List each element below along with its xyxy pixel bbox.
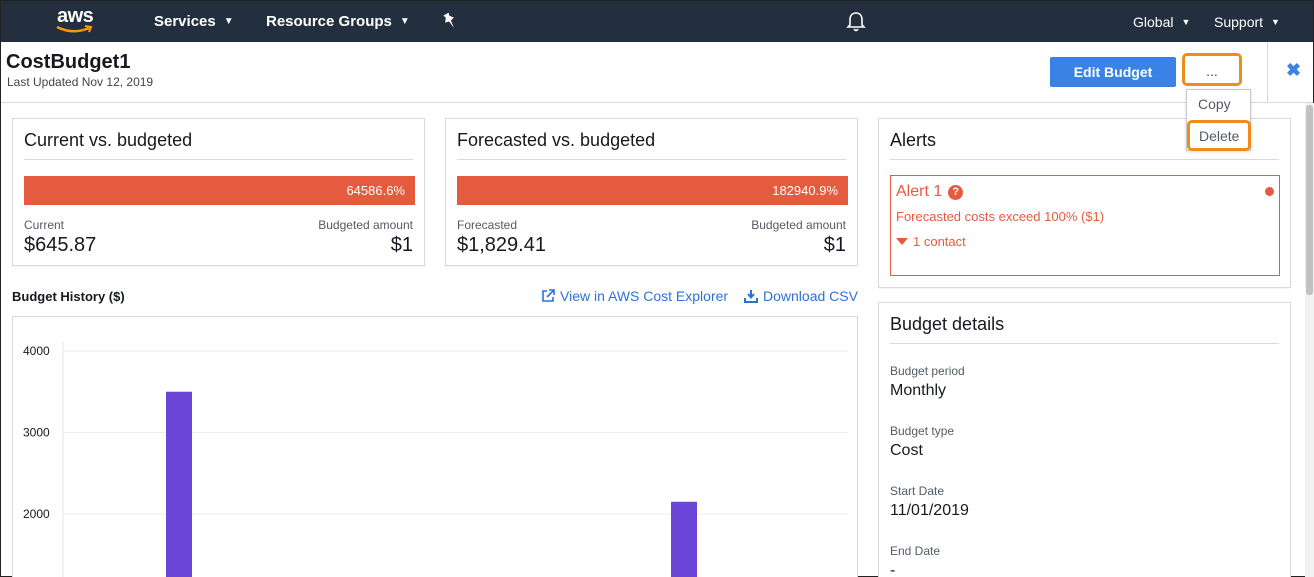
current-value: $645.87 bbox=[24, 234, 97, 256]
edit-budget-button[interactable]: Edit Budget bbox=[1050, 57, 1176, 87]
menu-item-copy[interactable]: Copy bbox=[1198, 96, 1231, 112]
support-menu[interactable]: Support ▼ bbox=[1214, 14, 1280, 30]
chart-svg: 2000 3000 4000 bbox=[23, 342, 848, 577]
card-title: Current vs. budgeted bbox=[24, 130, 193, 150]
caret-down-icon bbox=[896, 238, 908, 245]
budgeted-amount-label: Budgeted amount bbox=[318, 218, 413, 232]
download-csv-label: Download CSV bbox=[763, 288, 858, 304]
alert-contacts-toggle[interactable]: 1 contact bbox=[896, 234, 966, 249]
alert-name: Alert 1 bbox=[896, 183, 943, 200]
alert-status-dot bbox=[1265, 187, 1274, 196]
menu-item-delete[interactable]: Delete bbox=[1187, 120, 1251, 151]
card-title: Forecasted vs. budgeted bbox=[457, 130, 656, 150]
divider bbox=[24, 159, 413, 160]
aws-logo[interactable]: aws bbox=[53, 5, 101, 37]
region-label: Global bbox=[1133, 14, 1174, 30]
scrollbar-thumb[interactable] bbox=[1306, 105, 1313, 295]
resource-groups-label: Resource Groups bbox=[266, 13, 392, 30]
end-date-label: End Date bbox=[890, 544, 941, 558]
divider bbox=[457, 159, 846, 160]
chevron-down-icon: ▼ bbox=[223, 16, 234, 27]
region-menu[interactable]: Global ▼ bbox=[1133, 14, 1190, 30]
download-csv-link[interactable]: Download CSV bbox=[744, 288, 858, 304]
chevron-down-icon: ▼ bbox=[1181, 17, 1191, 27]
page-header: CostBudget1 Last Updated Nov 12, 2019 Ed… bbox=[1, 42, 1313, 103]
services-label: Services bbox=[154, 13, 216, 30]
end-date-value: - bbox=[890, 562, 896, 577]
alert-message: Forecasted costs exceed 100% ($1) bbox=[896, 209, 1105, 224]
alert-title: Alert 1? bbox=[896, 183, 964, 201]
start-date-label: Start Date bbox=[890, 484, 945, 498]
view-cost-explorer-label: View in AWS Cost Explorer bbox=[560, 288, 729, 304]
budget-details-card: Budget details Budget period Monthly Bud… bbox=[878, 302, 1291, 577]
logo-smile-icon bbox=[56, 25, 93, 33]
divider bbox=[890, 343, 1279, 344]
budget-period-value: Monthly bbox=[890, 382, 947, 399]
support-label: Support bbox=[1214, 14, 1264, 30]
download-icon bbox=[744, 290, 758, 303]
pin-icon[interactable] bbox=[442, 12, 458, 30]
help-icon[interactable]: ? bbox=[948, 185, 964, 200]
resource-groups-menu[interactable]: Resource Groups ▼ bbox=[266, 13, 410, 30]
budget-history-chart: 2000 3000 4000 bbox=[12, 316, 858, 577]
more-actions-button[interactable]: ... bbox=[1182, 53, 1242, 86]
chart-bar[interactable] bbox=[671, 501, 697, 577]
current-vs-budgeted-card: Current vs. budgeted 64586.6% Current $6… bbox=[12, 118, 425, 266]
external-link-icon bbox=[542, 289, 555, 302]
current-progress-bar: 64586.6% bbox=[24, 176, 415, 205]
alert-contacts-label: 1 contact bbox=[913, 234, 966, 249]
close-icon[interactable]: ✖ bbox=[1286, 60, 1301, 81]
top-nav: aws Services ▼ Resource Groups ▼ Global ▼ S… bbox=[1, 1, 1313, 42]
alert-item: Alert 1? Forecasted costs exceed 100% ($… bbox=[890, 175, 1280, 276]
budgeted-amount-label: Budgeted amount bbox=[751, 218, 846, 232]
forecasted-label: Forecasted bbox=[457, 218, 518, 232]
chart-bar[interactable] bbox=[166, 391, 192, 577]
chevron-down-icon: ▼ bbox=[399, 16, 410, 27]
services-menu[interactable]: Services ▼ bbox=[154, 13, 234, 30]
card-title: Budget details bbox=[890, 314, 1005, 334]
budgeted-amount-value: $1 bbox=[823, 234, 846, 256]
header-divider bbox=[1267, 42, 1268, 102]
actions-dropdown-menu: Copy Delete bbox=[1186, 89, 1251, 151]
page-title: CostBudget1 bbox=[6, 51, 131, 73]
card-title: Alerts bbox=[890, 130, 937, 150]
menu-item-delete-label: Delete bbox=[1199, 128, 1240, 144]
start-date-value: 11/01/2019 bbox=[890, 502, 969, 519]
budget-type-value: Cost bbox=[890, 442, 923, 459]
view-cost-explorer-link[interactable]: View in AWS Cost Explorer bbox=[541, 288, 728, 304]
budget-period-label: Budget period bbox=[890, 364, 965, 378]
y-tick-label: 4000 bbox=[23, 344, 50, 358]
y-tick-label: 2000 bbox=[23, 507, 50, 521]
last-updated-text: Last Updated Nov 12, 2019 bbox=[7, 75, 154, 89]
divider bbox=[890, 159, 1279, 160]
current-label: Current bbox=[24, 218, 65, 232]
budget-history-title: Budget History ($) bbox=[12, 289, 125, 304]
budget-type-label: Budget type bbox=[890, 424, 955, 438]
bell-icon[interactable] bbox=[846, 11, 866, 33]
budgeted-amount-value: $1 bbox=[390, 234, 413, 256]
forecasted-vs-budgeted-card: Forecasted vs. budgeted 182940.9% Foreca… bbox=[445, 118, 858, 266]
forecast-progress-bar: 182940.9% bbox=[457, 176, 848, 205]
y-tick-label: 3000 bbox=[23, 426, 50, 440]
forecasted-value: $1,829.41 bbox=[457, 234, 546, 256]
chevron-down-icon: ▼ bbox=[1271, 17, 1280, 27]
